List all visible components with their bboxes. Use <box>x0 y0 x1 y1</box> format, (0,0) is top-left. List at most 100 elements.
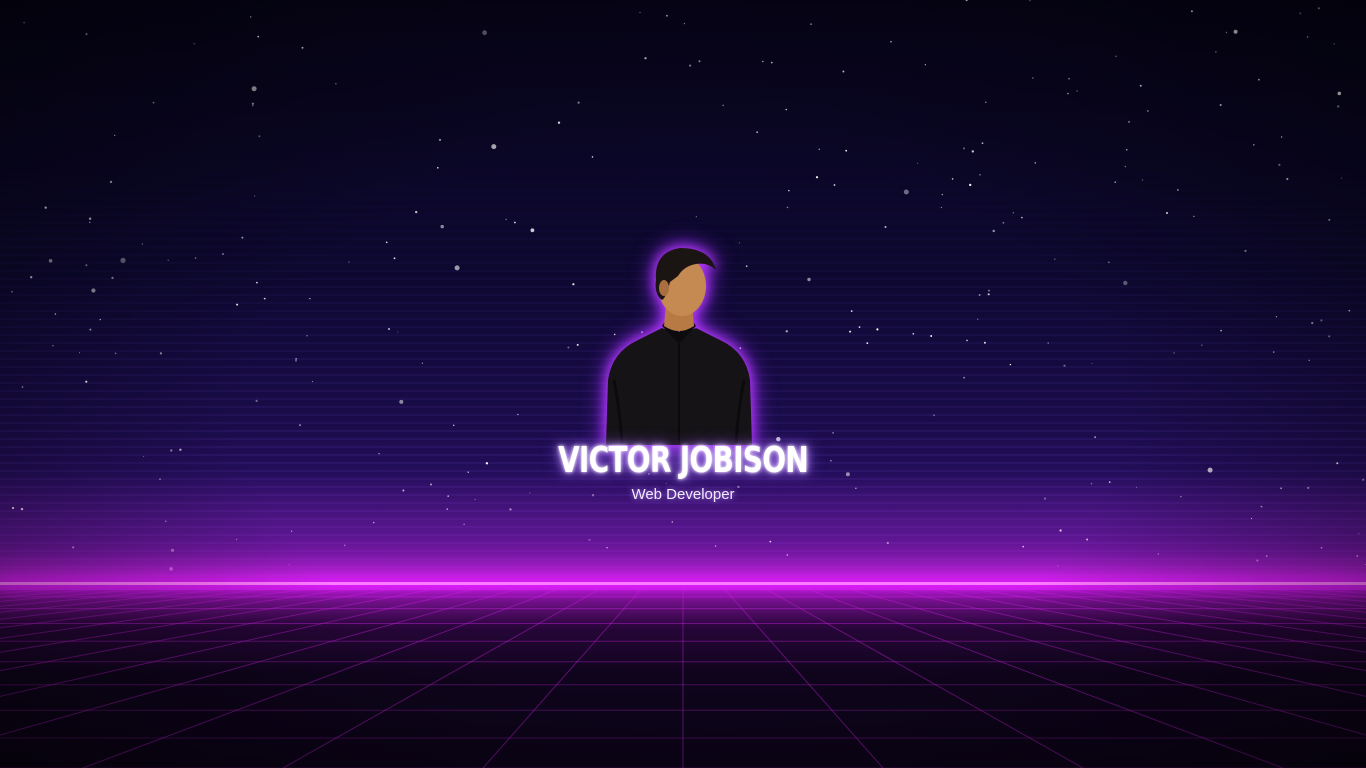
star <box>1340 177 1343 179</box>
star <box>1141 179 1144 181</box>
star <box>1068 77 1070 80</box>
star <box>788 189 790 192</box>
grid-line-vertical <box>82 585 570 768</box>
star <box>933 414 935 417</box>
star <box>1273 351 1275 353</box>
hero-scene: VICTOR JOBISON Web Developer <box>0 0 1366 768</box>
star <box>440 224 444 229</box>
star <box>170 449 173 452</box>
star <box>845 149 848 152</box>
star <box>832 432 834 434</box>
star <box>1009 363 1012 366</box>
star <box>981 142 984 145</box>
grid-line-vertical <box>0 585 304 620</box>
star <box>1054 258 1056 260</box>
star <box>940 207 942 209</box>
star <box>1275 316 1278 318</box>
star <box>941 193 943 196</box>
star <box>858 326 861 328</box>
avatar <box>600 240 758 445</box>
star <box>393 257 396 260</box>
star <box>437 167 439 169</box>
star <box>505 218 507 221</box>
star <box>194 257 197 259</box>
star <box>1306 36 1309 38</box>
star <box>143 456 145 457</box>
star <box>1320 319 1323 322</box>
star <box>378 453 380 455</box>
star <box>1244 249 1247 252</box>
star <box>557 121 561 124</box>
star <box>963 376 965 379</box>
star <box>785 108 787 111</box>
star <box>1108 261 1110 263</box>
star <box>514 221 516 224</box>
star <box>912 333 915 335</box>
star <box>1012 212 1014 214</box>
star <box>91 288 96 293</box>
star <box>567 346 570 349</box>
grid-line-vertical <box>482 585 646 768</box>
star <box>1128 120 1130 123</box>
star <box>88 217 92 220</box>
grid-line-vertical <box>910 585 1366 672</box>
star <box>335 83 337 85</box>
star <box>1348 309 1351 312</box>
star <box>1094 436 1096 438</box>
star <box>299 424 301 427</box>
star <box>815 176 819 179</box>
star <box>988 289 990 292</box>
star <box>786 206 789 209</box>
star <box>1337 105 1340 108</box>
grid-line-vertical <box>0 585 228 607</box>
star <box>254 195 256 197</box>
star <box>236 303 239 306</box>
star <box>1021 216 1023 219</box>
star <box>987 293 990 296</box>
star <box>397 331 399 333</box>
star <box>1032 77 1034 79</box>
star <box>159 352 162 355</box>
star <box>771 61 773 64</box>
star <box>99 318 101 321</box>
star <box>1190 10 1193 13</box>
star <box>965 0 968 2</box>
star <box>1333 43 1335 45</box>
star <box>1278 163 1281 166</box>
star <box>454 265 460 271</box>
star <box>311 380 314 383</box>
star <box>491 144 497 150</box>
star <box>301 46 304 49</box>
star <box>530 228 535 233</box>
star <box>255 399 258 402</box>
star <box>85 33 88 36</box>
star <box>152 101 155 104</box>
star <box>517 413 519 416</box>
star <box>111 276 114 279</box>
star <box>1280 136 1283 138</box>
star <box>295 358 297 360</box>
grid-line-vertical <box>0 585 190 602</box>
star <box>963 147 965 150</box>
star <box>1047 342 1049 344</box>
horizon-line <box>0 582 1366 585</box>
star <box>1067 92 1069 95</box>
star <box>698 60 701 63</box>
star <box>924 64 927 66</box>
star <box>810 23 812 26</box>
grid-line-vertical <box>0 585 152 598</box>
grid-line-vertical <box>1138 585 1366 607</box>
star <box>1002 221 1005 224</box>
star <box>1124 165 1127 168</box>
star <box>1253 144 1255 146</box>
star <box>1286 177 1289 181</box>
star <box>1029 0 1031 2</box>
star <box>1123 280 1128 286</box>
person-portrait-icon <box>606 248 752 445</box>
star <box>85 264 88 267</box>
star <box>1193 215 1195 217</box>
star <box>114 352 117 355</box>
star <box>1201 344 1203 346</box>
grid-line-vertical <box>1214 585 1366 598</box>
star <box>866 342 869 344</box>
